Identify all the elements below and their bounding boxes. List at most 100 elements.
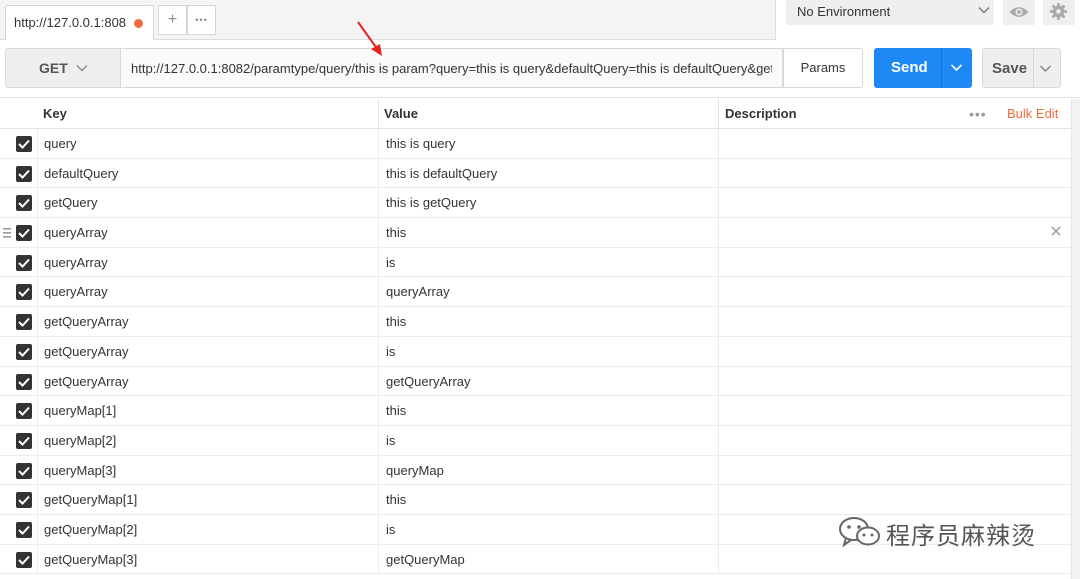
param-value-cell[interactable]: getQueryMap	[386, 552, 465, 567]
more-tabs-button[interactable]: •••	[187, 5, 216, 35]
environment-label: No Environment	[797, 4, 891, 19]
column-divider	[378, 425, 379, 455]
param-key-cell[interactable]: queryArray	[44, 255, 108, 270]
param-key-cell[interactable]: queryMap[3]	[44, 463, 116, 478]
checkmark-icon	[18, 169, 30, 179]
table-row[interactable]: queryMap[1] this	[0, 396, 1071, 426]
param-value-cell[interactable]: is	[386, 344, 395, 359]
param-value-cell[interactable]: this	[386, 314, 406, 329]
params-table-body: query this is query defaultQuery this is de…	[0, 129, 1071, 575]
row-enabled-checkbox[interactable]	[16, 521, 32, 538]
environment-quick-look-button[interactable]	[1003, 0, 1035, 25]
row-enabled-checkbox[interactable]	[16, 551, 32, 568]
param-key-cell[interactable]: getQueryMap[3]	[44, 552, 137, 567]
table-row[interactable]: queryMap[3] queryMap	[0, 455, 1071, 486]
wechat-logo-icon	[839, 517, 880, 548]
chevron-down-icon	[978, 7, 990, 14]
close-icon[interactable]	[1050, 225, 1062, 237]
param-key-cell[interactable]: queryMap[2]	[44, 433, 116, 448]
param-key-cell[interactable]: getQueryArray	[44, 314, 129, 329]
save-label: Save	[992, 60, 1028, 77]
watermark: 程序员麻辣烫	[838, 513, 1053, 551]
table-row[interactable]: queryArray is	[0, 247, 1071, 278]
row-enabled-checkbox[interactable]	[16, 225, 32, 242]
param-key-cell[interactable]: getQueryArray	[44, 374, 129, 389]
param-value-cell[interactable]: this is defaultQuery	[386, 166, 497, 181]
method-select[interactable]: GET	[5, 48, 121, 88]
chevron-down-icon	[76, 65, 88, 72]
environment-select[interactable]: No Environment	[786, 0, 994, 25]
drag-handle-icon[interactable]	[3, 228, 11, 238]
more-options-icon[interactable]: •••	[969, 106, 987, 122]
request-tab[interactable]: http://127.0.0.1:8082/paramtype/query/th…	[5, 5, 154, 40]
column-divider	[718, 366, 719, 396]
checkmark-icon	[18, 317, 30, 328]
checkmark-icon	[18, 258, 30, 268]
param-key-cell[interactable]: queryArray	[44, 284, 108, 299]
table-row[interactable]: queryArray queryArray	[0, 277, 1071, 308]
environment-area: No Environment	[775, 0, 1080, 40]
column-divider	[37, 425, 38, 455]
param-value-cell[interactable]: is	[386, 433, 395, 448]
request-tab-title: http://127.0.0.1:8082/paramtype/query/th…	[14, 15, 126, 30]
column-divider	[718, 247, 719, 277]
row-enabled-checkbox[interactable]	[16, 432, 32, 449]
row-enabled-checkbox[interactable]	[16, 165, 32, 182]
add-tab-button[interactable]: +	[158, 5, 187, 35]
bulk-edit-link[interactable]: Bulk Edit	[1007, 106, 1058, 121]
param-value-cell[interactable]: queryArray	[386, 284, 450, 299]
param-value-cell[interactable]: is	[386, 522, 395, 537]
table-row[interactable]: getQuery this is getQuery	[0, 188, 1071, 219]
table-row[interactable]: getQueryArray is	[0, 336, 1071, 367]
param-key-cell[interactable]: queryArray	[44, 225, 108, 240]
column-divider	[378, 247, 379, 277]
param-value-cell[interactable]: this	[386, 225, 406, 240]
params-button[interactable]: Params	[783, 48, 863, 88]
table-row[interactable]: getQueryMap[1] this	[0, 485, 1071, 515]
environment-settings-button[interactable]	[1043, 0, 1075, 25]
param-value-cell[interactable]: this	[386, 403, 406, 418]
param-key-cell[interactable]: query	[44, 136, 77, 151]
param-key-cell[interactable]: getQueryMap[2]	[44, 522, 137, 537]
save-button[interactable]: Save	[982, 48, 1061, 88]
param-value-cell[interactable]: getQueryArray	[386, 374, 471, 389]
param-value-cell[interactable]: this is query	[386, 136, 455, 151]
scrollbar[interactable]	[1071, 99, 1080, 579]
table-row[interactable]: getQueryArray getQueryArray	[0, 366, 1071, 397]
row-enabled-checkbox[interactable]	[16, 403, 32, 420]
send-divider	[941, 48, 942, 88]
row-enabled-checkbox[interactable]	[16, 343, 32, 360]
gear-icon	[1049, 2, 1068, 21]
row-enabled-checkbox[interactable]	[16, 195, 32, 212]
param-value-cell[interactable]: this	[386, 492, 406, 507]
row-enabled-checkbox[interactable]	[16, 136, 32, 152]
url-input[interactable]	[121, 48, 783, 88]
column-divider	[378, 396, 379, 425]
row-enabled-checkbox[interactable]	[16, 314, 32, 331]
param-key-cell[interactable]: getQuery	[44, 195, 97, 210]
value-column-header: Value	[384, 106, 418, 121]
checkmark-icon	[18, 436, 30, 446]
param-value-cell[interactable]: queryMap	[386, 463, 444, 478]
column-divider	[718, 396, 719, 425]
param-key-cell[interactable]: getQueryArray	[44, 344, 129, 359]
chevron-down-icon[interactable]	[1039, 62, 1052, 75]
table-row[interactable]: getQueryArray this	[0, 307, 1071, 337]
table-row[interactable]: queryArray this	[0, 218, 1071, 248]
table-row[interactable]: query this is query	[0, 129, 1071, 159]
param-key-cell[interactable]: getQueryMap[1]	[44, 492, 137, 507]
chevron-down-icon[interactable]	[950, 61, 963, 74]
column-divider	[718, 425, 719, 455]
table-row[interactable]: defaultQuery this is defaultQuery	[0, 158, 1071, 189]
row-enabled-checkbox[interactable]	[16, 492, 32, 509]
param-value-cell[interactable]: this is getQuery	[386, 195, 476, 210]
row-enabled-checkbox[interactable]	[16, 254, 32, 271]
param-key-cell[interactable]: queryMap[1]	[44, 403, 116, 418]
row-enabled-checkbox[interactable]	[16, 284, 32, 301]
table-row[interactable]: queryMap[2] is	[0, 425, 1071, 456]
param-value-cell[interactable]: is	[386, 255, 395, 270]
row-enabled-checkbox[interactable]	[16, 462, 32, 479]
send-button[interactable]: Send	[874, 48, 972, 88]
param-key-cell[interactable]: defaultQuery	[44, 166, 118, 181]
row-enabled-checkbox[interactable]	[16, 373, 32, 390]
